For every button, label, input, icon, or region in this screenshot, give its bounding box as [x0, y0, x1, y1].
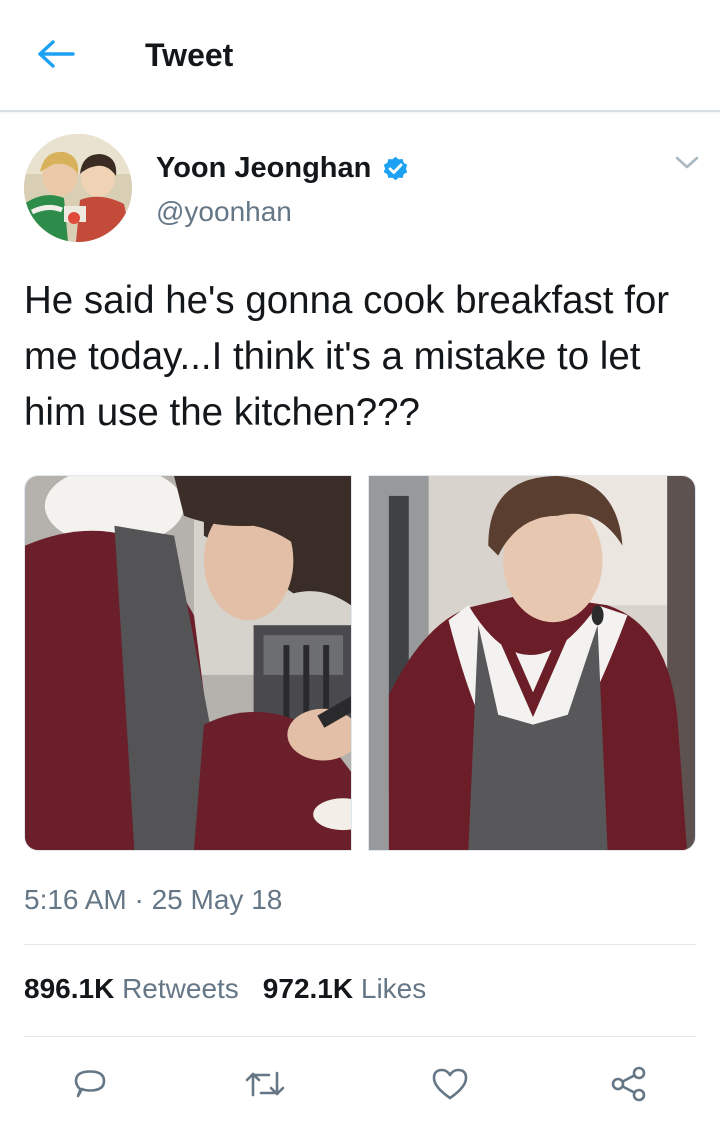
heart-icon	[430, 1065, 470, 1108]
divider	[24, 944, 696, 945]
divider	[24, 1036, 696, 1037]
retweet-button[interactable]	[237, 1058, 293, 1114]
reply-button[interactable]	[62, 1058, 118, 1114]
like-button[interactable]	[422, 1058, 478, 1114]
tweet-text: He said he's gonna cook breakfast for me…	[24, 279, 670, 434]
avatar[interactable]	[24, 134, 132, 242]
retweets-count: 896.1K	[24, 973, 115, 1004]
verified-badge-icon	[381, 154, 410, 183]
reply-icon	[71, 1065, 109, 1108]
author-handle[interactable]: @yoonhan	[156, 196, 292, 228]
retweet-icon	[243, 1065, 287, 1108]
more-options-button[interactable]	[668, 150, 706, 180]
tweet-timestamp: 5:16 AM · 25 May 18	[24, 884, 283, 915]
tweet-photo-2[interactable]	[368, 475, 696, 851]
action-bar	[0, 1058, 720, 1114]
chevron-down-icon	[675, 156, 699, 175]
share-button[interactable]	[601, 1058, 657, 1114]
tweet-stats: 896.1K Retweets 972.1K Likes	[24, 973, 426, 1005]
author-name-text: Yoon Jeonghan	[156, 152, 372, 184]
tweet-photo-1[interactable]	[24, 475, 352, 851]
arrow-left-icon	[37, 39, 75, 74]
likes-label: Likes	[360, 973, 427, 1004]
likes-count: 972.1K	[262, 973, 354, 1004]
likes-stat[interactable]: 972.1K Likes	[263, 973, 426, 1005]
retweets-label: Retweets	[122, 973, 239, 1004]
back-button[interactable]	[30, 30, 82, 82]
author-name[interactable]: Yoon Jeonghan	[156, 152, 410, 185]
share-icon	[609, 1064, 649, 1109]
top-bar: Tweet	[0, 0, 720, 112]
retweets-stat[interactable]: 896.1K Retweets	[24, 973, 239, 1005]
page-title: Tweet	[145, 37, 234, 73]
